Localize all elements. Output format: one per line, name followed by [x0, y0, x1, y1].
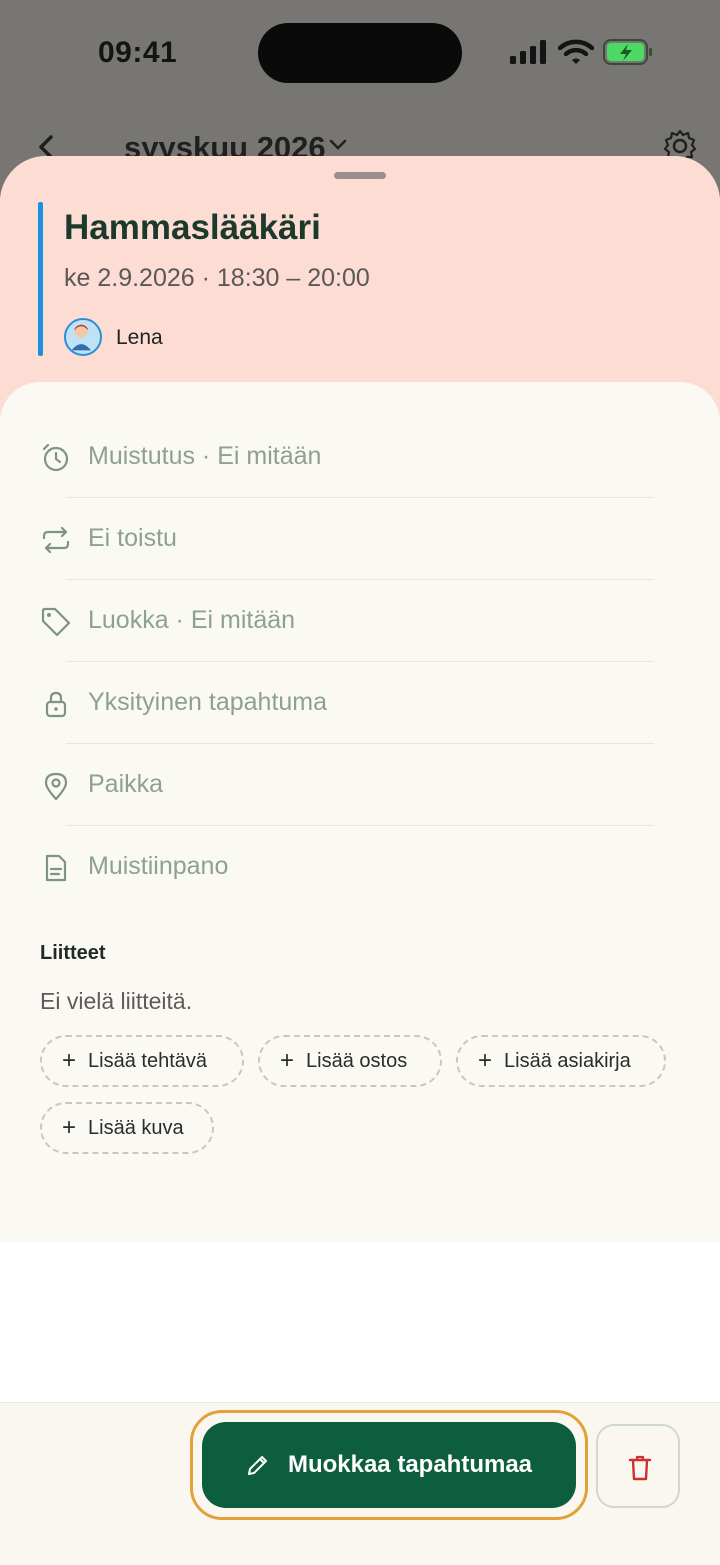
add-task-label: Lisää tehtävä [88, 1049, 207, 1072]
chevron-down-icon[interactable] [328, 138, 348, 152]
plus-icon: + [478, 1047, 493, 1074]
edit-event-button[interactable]: Muokkaa tapahtumaa [202, 1422, 576, 1508]
delete-event-button[interactable] [596, 1424, 680, 1508]
status-bar: 09:41 [0, 0, 720, 110]
map-pin-icon [44, 772, 68, 801]
event-header: Hammaslääkäri ke 2.9.2026 · 18:30 – 20:0… [0, 156, 720, 416]
note-row[interactable]: Muistiinpano [0, 826, 720, 908]
cellular-signal-icon [510, 40, 546, 64]
event-datetime: ke 2.9.2026 · 18:30 – 20:00 [64, 264, 370, 292]
sheet-grabber[interactable] [334, 172, 386, 179]
plus-icon: + [62, 1114, 77, 1141]
reminder-label: Muistutus · Ei mitään [88, 442, 322, 470]
location-label: Paikka [88, 770, 164, 798]
event-details: Muistutus · Ei mitään Ei toistu Luokka ·… [0, 382, 720, 1242]
avatar [64, 318, 102, 356]
event-color-bar [38, 202, 43, 356]
dynamic-island [258, 23, 462, 83]
event-person: Lena [116, 326, 163, 349]
status-time: 09:41 [98, 36, 178, 69]
pencil-icon [247, 1456, 267, 1475]
plus-icon: + [280, 1047, 295, 1074]
add-task-button[interactable]: + Lisää tehtävä [40, 1035, 244, 1087]
battery-charging-icon [603, 39, 652, 65]
lock-icon [45, 691, 67, 718]
wifi-icon [558, 39, 594, 64]
add-purchase-button[interactable]: + Lisää ostos [258, 1035, 442, 1087]
attachments-empty-text: Ei vielä liitteitä. [40, 988, 193, 1014]
document-icon [45, 854, 67, 882]
category-label: Luokka · Ei mitään [88, 606, 296, 634]
tag-icon [41, 607, 71, 637]
person-avatar-icon [71, 324, 92, 351]
add-image-label: Lisää kuva [88, 1116, 184, 1139]
trash-icon [628, 1455, 652, 1481]
add-document-label: Lisää asiakirja [504, 1049, 631, 1072]
repeat-label: Ei toistu [88, 524, 177, 552]
location-row[interactable]: Paikka [0, 744, 720, 826]
add-document-button[interactable]: + Lisää asiakirja [456, 1035, 666, 1087]
alarm-clock-icon [42, 443, 69, 472]
attachments-title: Liitteet [40, 942, 106, 964]
edit-event-label: Muokkaa tapahtumaa [287, 1451, 533, 1478]
add-image-button[interactable]: + Lisää kuva [40, 1102, 214, 1154]
private-row[interactable]: Yksityinen tapahtuma [0, 662, 720, 744]
category-row[interactable]: Luokka · Ei mitään [0, 580, 720, 662]
note-label: Muistiinpano [88, 852, 229, 880]
event-detail-sheet: Hammaslääkäri ke 2.9.2026 · 18:30 – 20:0… [0, 156, 720, 1564]
reminder-row[interactable]: Muistutus · Ei mitään [0, 416, 720, 498]
repeat-row[interactable]: Ei toistu [0, 498, 720, 580]
plus-icon: + [62, 1047, 77, 1074]
private-label: Yksityinen tapahtuma [88, 688, 328, 716]
add-purchase-label: Lisää ostos [306, 1049, 408, 1072]
event-title: Hammaslääkäri [64, 208, 321, 247]
repeat-icon [42, 526, 70, 554]
